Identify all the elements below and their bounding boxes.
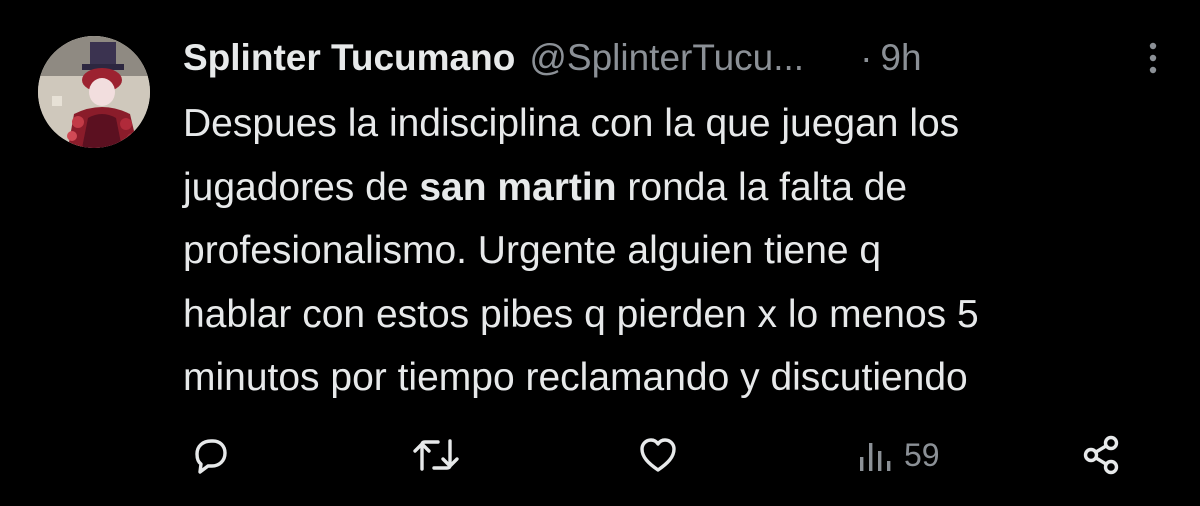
- heart-icon: [636, 433, 680, 477]
- tweet-text-line: jugadores de san martin ronda la falta d…: [183, 165, 908, 209]
- retweet-icon: [410, 433, 462, 477]
- highlighted-term: san martin: [419, 165, 617, 209]
- timestamp[interactable]: 9h: [880, 37, 921, 79]
- tweet-card: Splinter Tucumano @SplinterTucu... · 9h …: [0, 0, 1200, 506]
- like-button[interactable]: [636, 425, 680, 485]
- share-icon: [1080, 433, 1124, 477]
- display-name[interactable]: Splinter Tucumano: [183, 37, 515, 79]
- share-button[interactable]: [1080, 425, 1124, 485]
- tweet-header: Splinter Tucumano @SplinterTucu... · 9h: [183, 30, 1173, 86]
- reply-icon: [188, 433, 232, 477]
- tweet-text: Despues la indisciplina con la que juega…: [183, 92, 1173, 410]
- action-bar: 59: [0, 425, 1200, 485]
- separator-dot: ·: [860, 37, 873, 78]
- tweet-text-line: minutos por tiempo reclamando y discutie…: [183, 356, 968, 399]
- tweet-text-line: hablar con estos pibes q pierden x lo me…: [183, 292, 979, 336]
- views-button[interactable]: 59: [856, 425, 940, 485]
- tweet-text-line: profesionalismo. Urgente alguien tiene q: [183, 229, 882, 272]
- retweet-button[interactable]: [410, 425, 462, 485]
- avatar[interactable]: [38, 36, 150, 148]
- reply-button[interactable]: [188, 425, 232, 485]
- user-handle[interactable]: @SplinterTucu...: [529, 37, 804, 79]
- more-vertical-icon[interactable]: [1133, 38, 1173, 78]
- views-count: 59: [904, 436, 940, 473]
- tweet-text-line: Despues la indisciplina con la que juega…: [183, 102, 960, 145]
- views-bar-icon: [856, 433, 896, 477]
